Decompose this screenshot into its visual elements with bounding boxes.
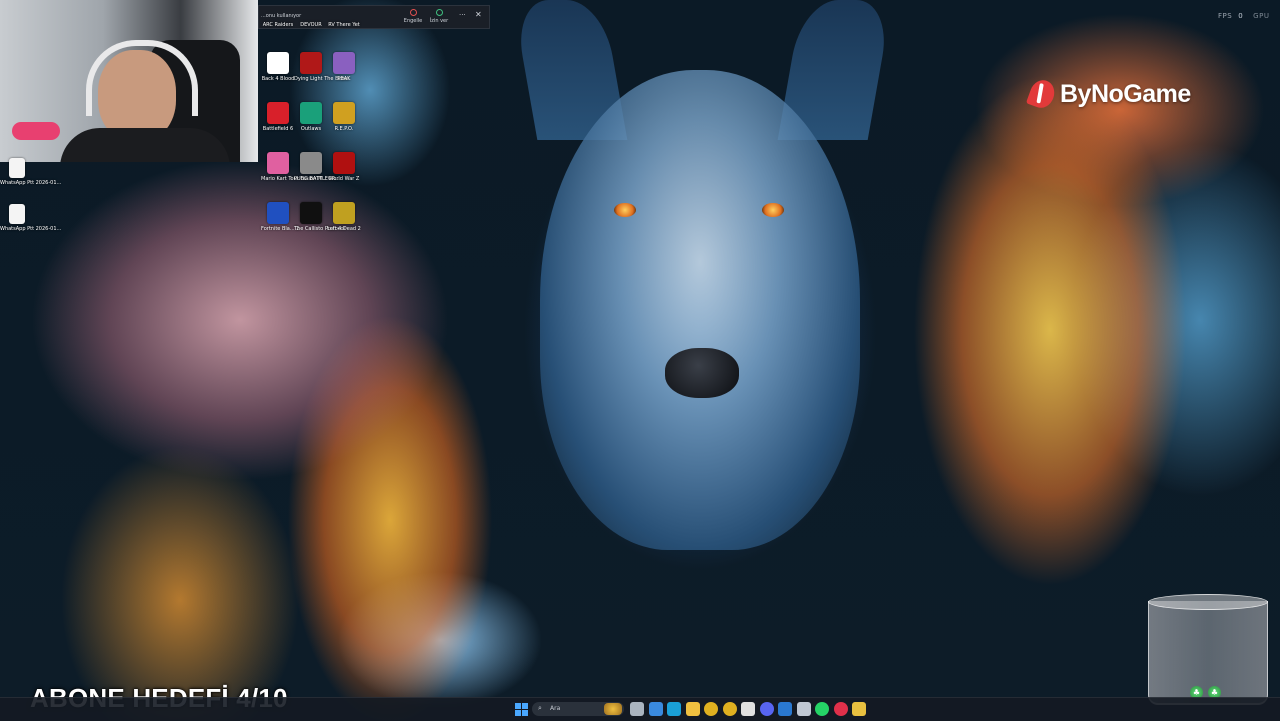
peak-icon [333, 52, 355, 74]
desktop-icon-arc-raiders[interactable]: ARC Raiders [261, 22, 295, 28]
desktop-icon-peak[interactable]: PEAK [327, 52, 361, 82]
tip-jar-widget: ♣ ♣ [1146, 594, 1268, 710]
desktop-icon-rv-there-yet[interactable]: RV There Yet [327, 22, 361, 28]
desktop-icon-devour[interactable]: DEVOUR [294, 22, 328, 28]
streamer-body [60, 128, 230, 162]
desktop-icon-label: Dying Light The Beast [294, 76, 350, 82]
desktop-icon-whatsapp-ptt[interactable]: WhatsApp Ptt 2026-01... [0, 204, 62, 232]
desktop-icon-pubg-battlegr[interactable]: PUBG BATTLEGR... [294, 152, 340, 182]
mario-kart-tour-fusion-m-icon [267, 152, 289, 174]
wolf-eye-left [614, 203, 636, 217]
desktop-icon-label: PUBG BATTLEGR... [294, 176, 340, 182]
desktop-icon-label: The Callisto Protocol [294, 226, 345, 232]
block-icon [409, 9, 417, 16]
desktop-icon-label: DEVOUR [300, 22, 322, 28]
more-options-icon[interactable]: ··· [459, 11, 466, 19]
desktop-icon-label: Battlefield 6 [262, 126, 294, 132]
file-icon[interactable] [852, 702, 866, 716]
desktop-icon-label: Left 4 Dead 2 [327, 226, 361, 232]
allow-label: İzin ver [429, 18, 449, 24]
the-callisto-protocol-icon [300, 202, 322, 224]
desktop-icon-label: RV There Yet [328, 22, 360, 28]
prompt-text: ...onu kullanıyor [261, 13, 302, 19]
battlefield-6-icon [267, 102, 289, 124]
left-4-dead-2-icon [333, 202, 355, 224]
taskbar-search[interactable]: ⌕ Ara [532, 702, 624, 716]
outlaws-icon [300, 102, 322, 124]
desktop-icon-label: R.E.P.O. [334, 126, 354, 132]
desktop-icon-label: WhatsApp Ptt 2026-01... [0, 180, 62, 186]
discord-icon[interactable] [759, 702, 774, 716]
desktop-icon-world-war-z[interactable]: World War Z [327, 152, 361, 182]
wolf-nose [665, 348, 739, 398]
task-view-icon[interactable] [630, 702, 644, 716]
desktop-icon-dying-light-the-beast[interactable]: Dying Light The Beast [294, 52, 350, 82]
close-icon[interactable]: ✕ [475, 10, 482, 19]
chrome-icon[interactable] [704, 702, 718, 716]
folder-icon[interactable] [685, 702, 700, 716]
block-button[interactable]: Engelle [403, 9, 423, 24]
windows-logo-icon [522, 710, 528, 716]
back-4-blood-icon [267, 52, 289, 74]
wolf-eye-right [762, 203, 784, 217]
windows-logo-icon [522, 703, 528, 709]
gpu-label: GPU [1253, 12, 1270, 20]
desktop-icon-label: Outlaws [300, 126, 322, 132]
windows-logo-icon [515, 710, 521, 716]
desktop-icon-r-e-p-o[interactable]: R.E.P.O. [327, 102, 361, 132]
search-placeholder: Ara [550, 705, 561, 712]
allow-icon [435, 9, 443, 16]
fortnite-bla-2-icon [267, 202, 289, 224]
world-war-z-icon [333, 152, 355, 174]
x-icon[interactable] [741, 702, 755, 716]
microphone [12, 122, 60, 140]
windows-logo-icon [515, 703, 521, 709]
start-button[interactable] [514, 702, 528, 716]
edge-icon[interactable] [667, 702, 681, 716]
bynogame-logo-text: ByNoGame [1060, 80, 1191, 108]
desktop-icon-fortnite-bla-2[interactable]: Fortnite Bla... 2 [261, 202, 300, 232]
desktop-icon-label: Mario Kart Tour Fusion M... [261, 176, 328, 182]
webcam-overlay [0, 0, 258, 162]
desktop-icon-battlefield-6[interactable]: Battlefield 6 [261, 102, 295, 132]
desktop-icon-label: World War Z [328, 176, 360, 182]
desktop-icon-label: WhatsApp Ptt 2026-01... [0, 226, 62, 232]
file-explorer-icon[interactable] [648, 702, 663, 716]
pubg-battlegr-icon [300, 152, 322, 174]
jar-lid [1148, 594, 1268, 610]
desktop-icon-back-4-blood[interactable]: Back 4 Blood [261, 52, 295, 82]
fps-value: 0 [1238, 12, 1244, 20]
allow-button[interactable]: İzin ver [429, 9, 449, 24]
desktop-icon-label: Fortnite Bla... 2 [261, 226, 300, 232]
dying-light-the-beast-icon [300, 52, 322, 74]
desktop-icon-whatsapp-ptt[interactable]: WhatsApp Ptt 2026-01... [0, 158, 62, 186]
whatsapp-audio-file-icon [9, 204, 25, 224]
fps-counter: FPS 0 GPU [1218, 12, 1269, 20]
r-e-p-o-icon [333, 102, 355, 124]
fps-label: FPS [1218, 12, 1233, 20]
desktop-icon-mario-kart-tour-fusion-m[interactable]: Mario Kart Tour Fusion M... [261, 152, 328, 182]
desktop-icon-the-callisto-protocol[interactable]: The Callisto Protocol [294, 202, 345, 232]
wolf-illustration [540, 70, 860, 550]
desktop-icon-label: Back 4 Blood [261, 76, 295, 82]
chrome-icon[interactable] [722, 702, 737, 716]
desktop-icon-left-4-dead-2[interactable]: Left 4 Dead 2 [327, 202, 361, 232]
desktop-icon-label: ARC Raiders [262, 22, 294, 28]
steam-icon[interactable] [796, 702, 811, 716]
opera-gx-icon[interactable] [833, 702, 848, 716]
desktop-icon-outlaws[interactable]: Outlaws [294, 102, 328, 132]
search-icon: ⌕ [538, 704, 542, 712]
mail-icon[interactable] [778, 702, 792, 716]
block-label: Engelle [403, 18, 423, 24]
whatsapp-audio-file-icon [9, 158, 25, 178]
weather-icon [604, 703, 622, 715]
whatsapp-icon[interactable] [815, 702, 829, 716]
desktop-icon-label: PEAK [337, 76, 351, 82]
taskbar: ⌕ Ara [0, 697, 1280, 721]
